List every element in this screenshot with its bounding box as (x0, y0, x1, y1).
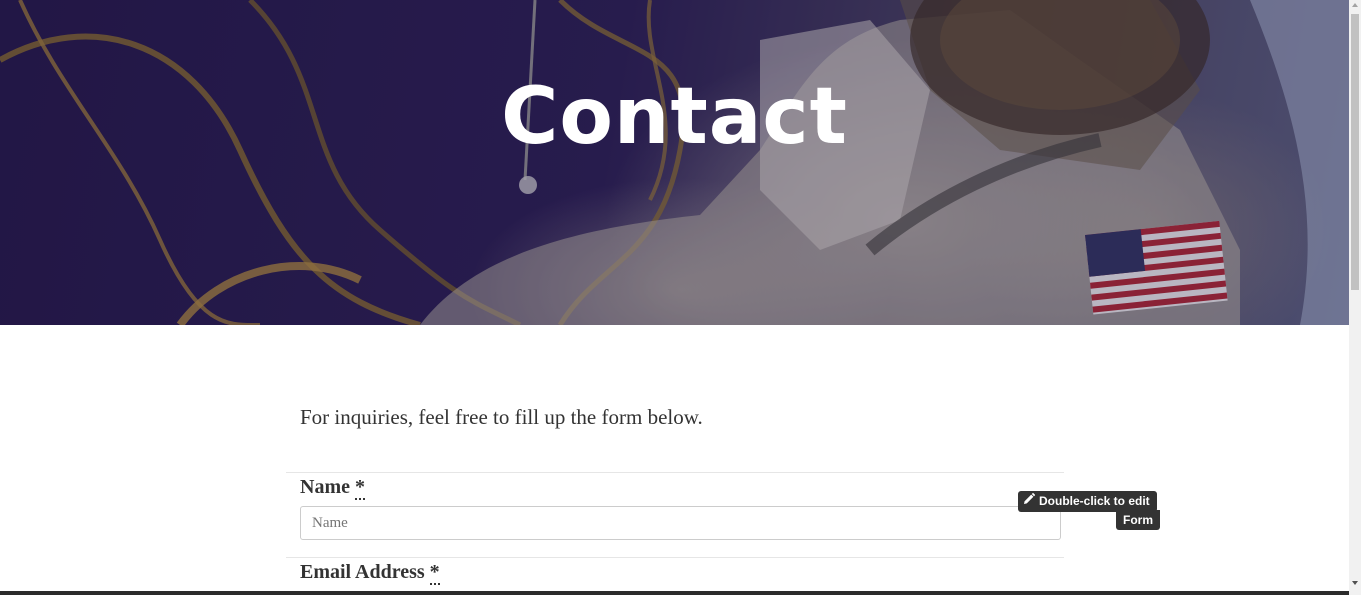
vertical-scrollbar[interactable] (1349, 0, 1361, 595)
name-input[interactable] (300, 506, 1061, 540)
scroll-down-arrow-icon[interactable] (1352, 581, 1358, 585)
email-field-label: Email Address * (300, 561, 440, 585)
block-type-tag: Form (1116, 510, 1160, 530)
required-marker: * (429, 561, 440, 585)
required-marker: * (354, 476, 365, 500)
scroll-up-arrow-icon[interactable] (1352, 3, 1358, 7)
double-click-edit-tooltip[interactable]: Double-click to edit (1018, 491, 1157, 512)
name-field-label: Name * (300, 476, 365, 500)
intro-text: For inquiries, feel free to fill up the … (300, 405, 703, 429)
footer-edge (0, 591, 1349, 595)
scrollbar-thumb[interactable] (1351, 14, 1359, 290)
email-label-text: Email Address (300, 561, 425, 583)
astronaut-background-image (0, 0, 1349, 325)
page-title: Contact (501, 72, 848, 162)
hero-banner: Contact (0, 0, 1349, 325)
page: Contact For inquiries, feel free to fill… (0, 0, 1349, 595)
form-row-divider (286, 472, 1064, 473)
name-label-text: Name (300, 476, 350, 498)
pencil-icon (1023, 491, 1036, 512)
edit-hint-text: Double-click to edit (1039, 494, 1150, 508)
form-row-divider (286, 557, 1064, 558)
